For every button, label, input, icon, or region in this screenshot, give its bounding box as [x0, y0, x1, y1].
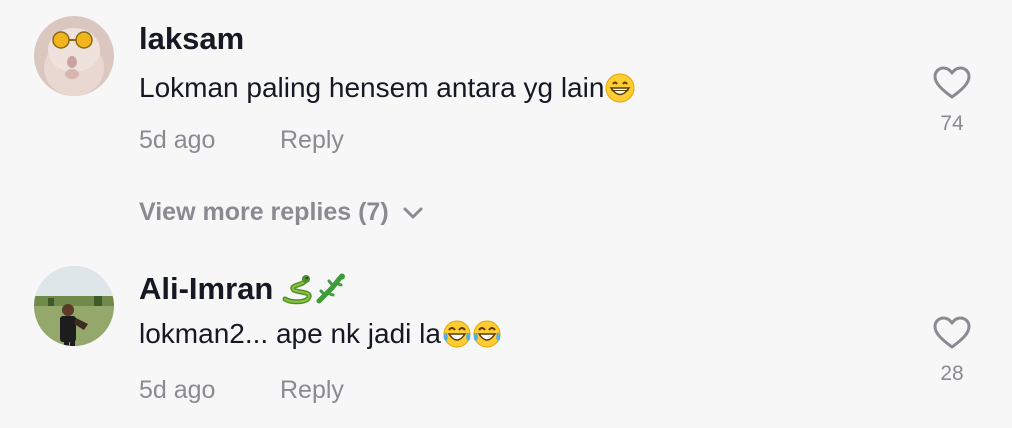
view-more-replies-button[interactable]: View more replies (7): [139, 198, 423, 227]
comment-username[interactable]: Ali-Imran: [139, 270, 347, 308]
grinning-face-emoji-icon: [605, 73, 635, 103]
lizard-emoji-icon: [315, 273, 347, 305]
comment-time: 5d ago: [139, 126, 216, 154]
chevron-down-icon: [403, 207, 423, 218]
username-text[interactable]: Ali-Imran: [139, 271, 273, 307]
like-count: 28: [940, 362, 964, 385]
reply-button[interactable]: Reply: [280, 126, 344, 155]
username-emojis: [281, 273, 347, 305]
heart-outline-icon[interactable]: [933, 316, 971, 350]
comment-text-content: Lokman paling hensem antara yg lain: [139, 72, 605, 103]
tears-of-joy-emoji-icon: [442, 319, 472, 349]
reply-button[interactable]: Reply: [280, 376, 344, 405]
comment-username[interactable]: laksam: [139, 20, 244, 58]
avatar[interactable]: [34, 266, 114, 346]
heart-outline-icon[interactable]: [933, 66, 971, 100]
avatar[interactable]: [34, 16, 114, 96]
comment-time: 5d ago: [139, 376, 216, 404]
comment-text-content: lokman2... ape nk jadi la: [139, 318, 441, 349]
view-more-replies-label: View more replies (7): [139, 198, 389, 226]
comment-meta: 5d ago Reply: [139, 126, 439, 156]
tears-of-joy-emoji-icon: [472, 319, 502, 349]
comment-text: lokman2... ape nk jadi la: [139, 316, 502, 352]
username-text[interactable]: laksam: [139, 21, 244, 57]
like-count: 74: [940, 112, 964, 135]
like-button[interactable]: 74: [920, 66, 984, 136]
comment-text: Lokman paling hensem antara yg lain: [139, 70, 635, 106]
comment-meta: 5d ago Reply: [139, 376, 439, 406]
like-button[interactable]: 28: [920, 316, 984, 386]
snake-emoji-icon: [281, 273, 313, 305]
